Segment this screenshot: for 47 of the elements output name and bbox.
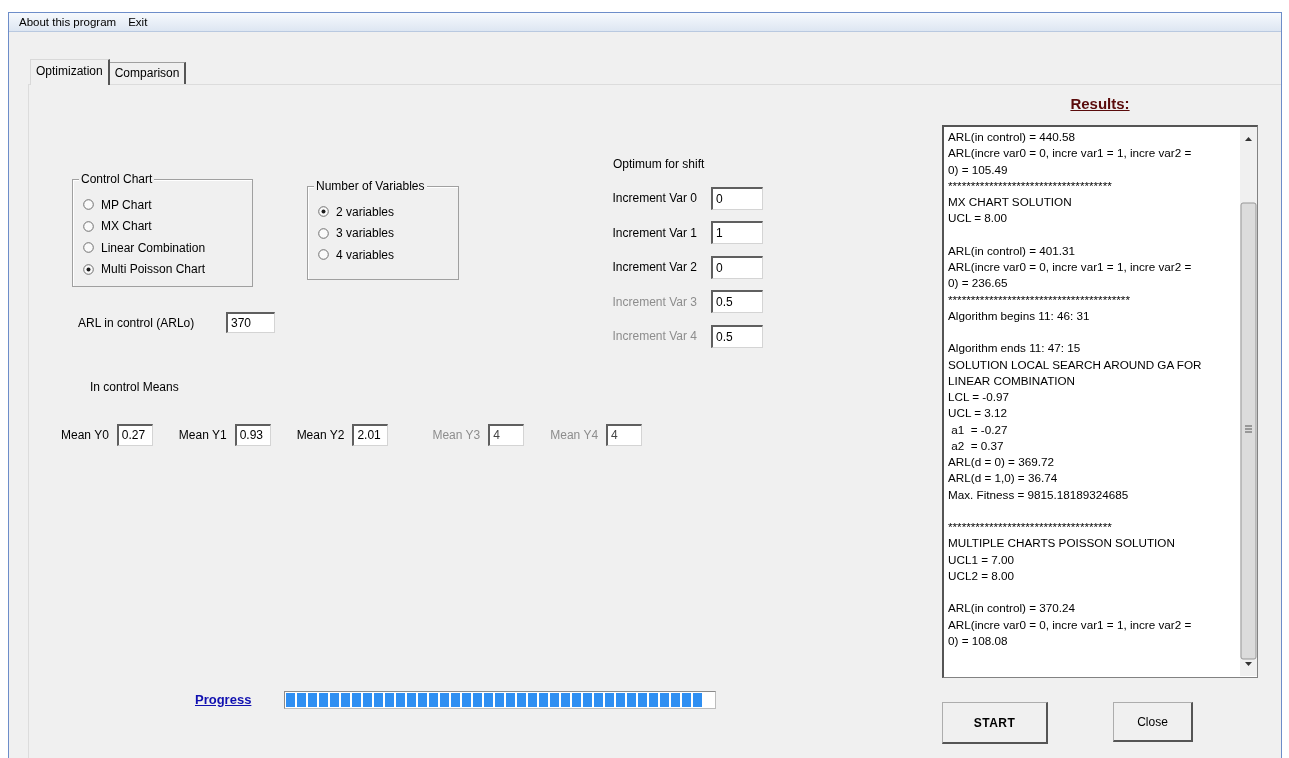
text-field[interactable]: 0.93 <box>234 423 271 446</box>
radio-label[interactable]: Linear Combination <box>101 240 206 255</box>
text-field[interactable]: 0 <box>711 186 763 210</box>
radio-label[interactable]: 4 variables <box>336 247 395 262</box>
field-label: Mean Y2 <box>296 427 345 442</box>
field-label: Increment Var 1 <box>611 225 697 240</box>
text-field[interactable]: 370 <box>226 312 275 333</box>
scrollbar[interactable] <box>1240 127 1257 676</box>
menu-item[interactable]: Exit <box>122 16 154 28</box>
radio-button[interactable] <box>83 263 94 275</box>
radio-button[interactable] <box>318 227 329 239</box>
radio-label[interactable]: 3 variables <box>336 226 395 241</box>
text-field[interactable]: 0.27 <box>116 423 153 446</box>
field-label: Increment Var 0 <box>611 191 697 205</box>
field-label: Mean Y1 <box>178 427 227 442</box>
results-field[interactable] <box>942 125 1258 678</box>
radio-label[interactable]: 2 variables <box>336 204 395 219</box>
progress-link[interactable]: Progress <box>195 692 252 707</box>
text-field[interactable]: 2.01 <box>352 423 389 446</box>
radio-button[interactable] <box>83 199 94 211</box>
radio-button[interactable] <box>318 249 329 261</box>
radio-label[interactable]: MX Chart <box>101 219 152 234</box>
action-button[interactable]: Close <box>1113 702 1193 742</box>
group-title: Number of Variables <box>314 179 427 193</box>
results-title: Results: <box>1070 95 1130 112</box>
section-title: In control Means <box>90 379 180 394</box>
text-field[interactable]: 0 <box>711 255 763 279</box>
field-label: ARL in control (ARLo) <box>78 315 196 330</box>
group-title: Control Chart <box>79 172 155 186</box>
results-text: ARL(in control) = 440.58 ARL(incre var0 = 0, incre var1 = 1, incre var2 = 0) = 105.49 ************************************ MX CHART SOLUTION UCL = 8.00 ARL(in control) = 401.31 ARL(incre var0 = 0, incre var1 = 1, incre var2 = 0) = 236.65 **************************************** Algorithm begins 11: 46: 31 Algorithm ends 11: 47: 15 SOLUTION LOCAL SEARCH AROUND GA FOR LINEAR COMBINATION LCL = -0.97 UCL = 3.12 a1 = -0.27 a2 = 0.37 ARL(d = 0) = 369.72 ARL(d = 1,0) = 36.74 Max. Fitness = 9815.18189324685 ************************************ MULTIPLE CHARTS POISSON SOLUTION UCL1 = 7.00 UCL2 = 8.00 ARL(in control) = 370.24 ARL(incre var0 = 0, incre var1 = 1, incre var2 = 0) = 108.08 <box>947 129 1203 649</box>
radio-button[interactable] <box>83 242 94 254</box>
radio-label[interactable]: Multi Poisson Chart <box>101 262 206 277</box>
section-title: Optimum for shift <box>613 157 706 173</box>
field-label: Mean Y4 <box>550 427 599 442</box>
menu-item[interactable]: About this program <box>13 16 123 28</box>
tab[interactable]: Comparison <box>109 62 187 84</box>
tab[interactable]: Optimization <box>30 59 110 85</box>
field-label: Increment Var 3 <box>611 294 697 309</box>
field-label: Mean Y3 <box>432 427 481 442</box>
field-label: Mean Y0 <box>61 427 109 442</box>
field-label: Increment Var 4 <box>611 329 697 343</box>
field-label: Increment Var 2 <box>611 260 697 274</box>
radio-label[interactable]: MP Chart <box>101 197 152 212</box>
radio-button[interactable] <box>318 206 329 218</box>
action-button[interactable]: START <box>942 702 1048 744</box>
radio-button[interactable] <box>83 220 94 232</box>
text-field[interactable]: 1 <box>711 221 763 244</box>
